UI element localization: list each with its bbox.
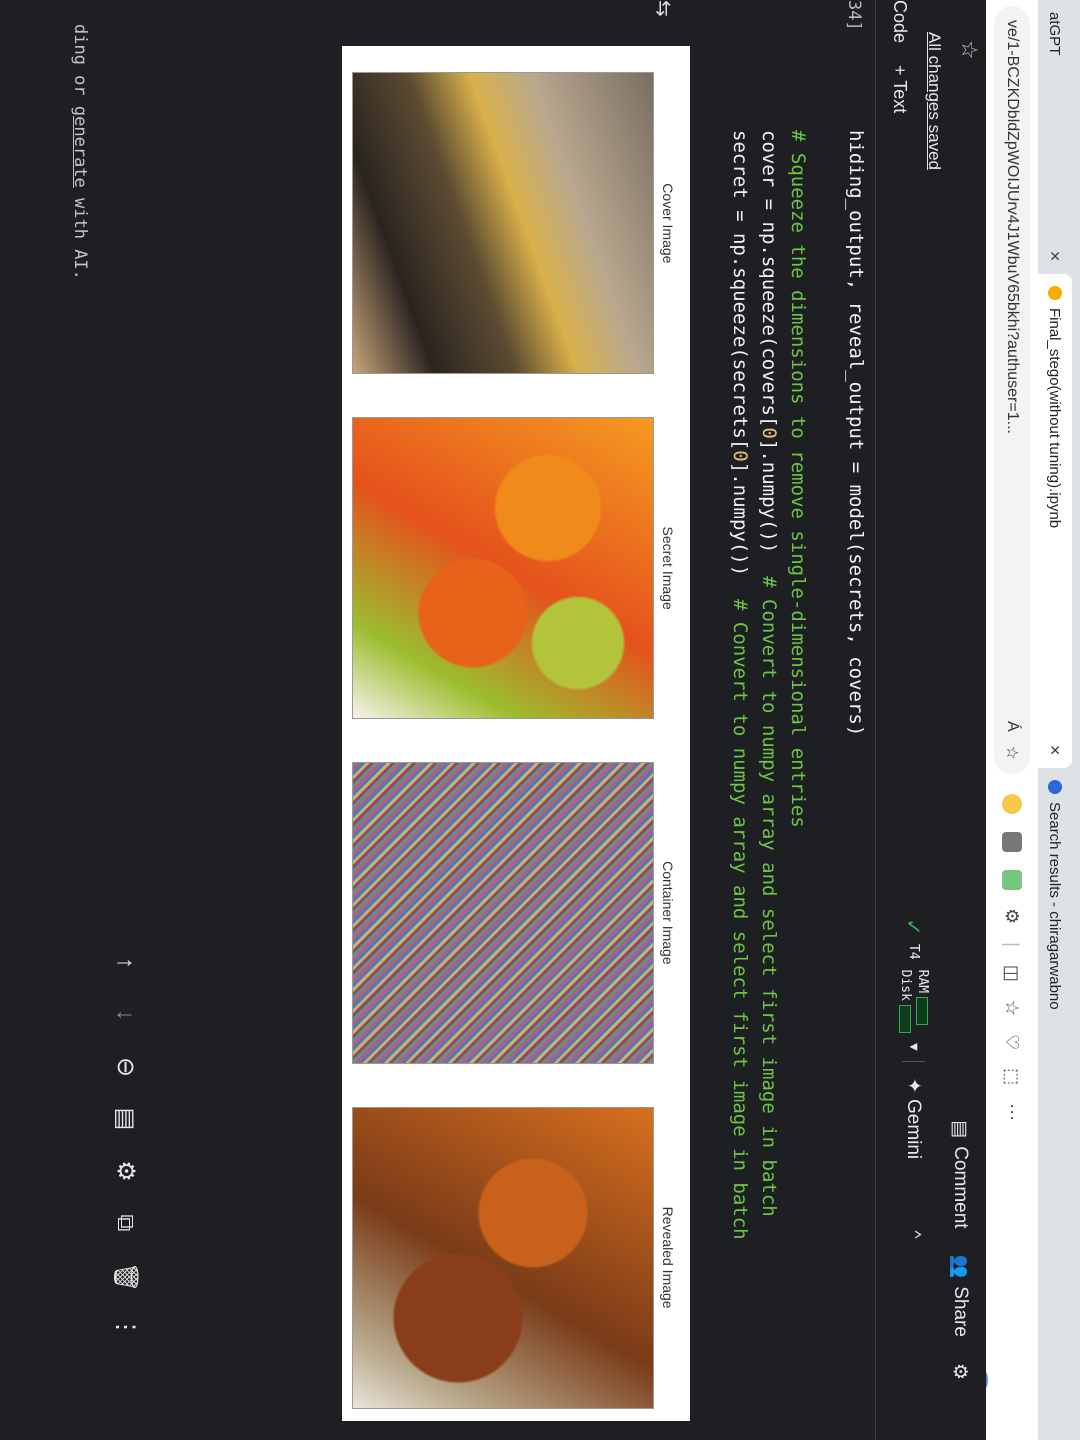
header-actions: ▤ Comment 👥 Share ⚙ xyxy=(948,1120,972,1380)
url-field[interactable]: ve/1-BCZKDbldZpWOIJUrv4J1WbuV65bkhi?auth… xyxy=(994,6,1030,774)
gemini-button[interactable]: ✦ Gemini xyxy=(902,1060,926,1160)
figure-title: Revealed Image xyxy=(660,1206,676,1309)
add-code-button[interactable]: Code xyxy=(890,0,911,43)
cover-image xyxy=(352,72,654,375)
code-token: ].numpy()) xyxy=(729,461,751,600)
share-button[interactable]: 👥 Share xyxy=(948,1255,972,1337)
figure-title: Secret Image xyxy=(660,526,676,610)
cover-figure: Cover Image xyxy=(342,60,676,387)
container-figure: Container Image xyxy=(342,750,676,1077)
share-label: Share xyxy=(950,1286,971,1337)
empty-cell-hint[interactable]: ding or generate with AI. xyxy=(70,24,90,280)
extension-icons: ⚙ | ◫ ☆ ♡ ⬚ ⋯ xyxy=(1002,794,1023,1121)
tab-notebook[interactable]: Final_stego(without tuning).ipynb ✕ xyxy=(1038,274,1072,768)
output-actions-icon[interactable]: ⇆ xyxy=(651,0,676,17)
cell-output: Cover Image Secret Image Container Image… xyxy=(342,46,690,1421)
code-token: secret = np.squeeze(secrets[ xyxy=(729,130,751,451)
code-token: # Convert to numpy array and select firs… xyxy=(758,576,780,1217)
code-token: ].numpy()) xyxy=(758,438,780,577)
extension-a-icon[interactable] xyxy=(1002,794,1022,814)
code-token: 0 xyxy=(758,427,780,439)
arrow-down-icon[interactable]: ↓ xyxy=(112,1002,140,1028)
gemini-label: Gemini xyxy=(903,1098,925,1160)
more-icon[interactable]: ⋮ xyxy=(111,1314,140,1340)
browser-essentials-icon[interactable]: ♡ xyxy=(1002,1034,1023,1050)
url-text: ve/1-BCZKDbldZpWOIJUrv4J1WbuV65bkhi?auth… xyxy=(1004,20,1021,434)
code-token: hiding_output, reveal_output = model(sec… xyxy=(845,130,867,737)
code-line: # Squeeze the dimensions to remove singl… xyxy=(783,130,812,1410)
gear-icon[interactable]: ⚙ xyxy=(111,1158,140,1184)
delete-icon[interactable]: 🗑 xyxy=(111,1262,140,1292)
screenshot-icon[interactable]: ⬚ xyxy=(1002,1068,1023,1085)
generate-link[interactable]: generate xyxy=(70,106,90,188)
comment-icon[interactable]: ▤ xyxy=(111,1106,140,1132)
connected-check-icon: ✓ xyxy=(900,919,928,934)
comment-icon: ▤ xyxy=(949,1120,971,1139)
code-token: cover = np.squeeze(covers[ xyxy=(758,130,780,428)
extension-c-icon[interactable] xyxy=(1002,870,1022,890)
link-icon[interactable]: ⊖ xyxy=(111,1054,140,1080)
colab-favicon-icon xyxy=(1048,286,1062,300)
collapse-chevron-icon[interactable]: ⌃ xyxy=(904,1229,925,1240)
secret-image xyxy=(352,417,654,720)
close-icon[interactable]: ✕ xyxy=(1047,250,1064,262)
split-screen-icon[interactable]: ◫ xyxy=(1002,965,1023,982)
figure-title: Container Image xyxy=(660,861,676,965)
code-token: # Squeeze the dimensions to remove singl… xyxy=(787,130,809,828)
tab-label: atGPT xyxy=(1046,12,1064,56)
tab-chatgpt[interactable]: atGPT ✕ xyxy=(1038,0,1072,274)
browser-tabstrip: atGPT ✕ Final_stego(without tuning).ipyn… xyxy=(1038,0,1080,1440)
more-menu-icon[interactable]: ⋯ xyxy=(1002,1103,1023,1121)
divider: | xyxy=(1002,942,1023,947)
mirror-cell-icon[interactable]: ⧉ xyxy=(112,1210,140,1236)
tab-label: Search results - chiragarwabno xyxy=(1046,802,1064,1010)
favorite-star-icon[interactable]: ☆ xyxy=(1002,746,1022,760)
address-bar: ve/1-BCZKDbldZpWOIJUrv4J1WbuV65bkhi?auth… xyxy=(948,0,1038,1440)
add-text-button[interactable]: + Text xyxy=(890,65,911,113)
settings-gear-icon[interactable]: ⚙ xyxy=(949,1363,972,1380)
code-line: secret = np.squeeze(secrets[0].numpy()) … xyxy=(725,130,754,1410)
comment-button[interactable]: ▤ Comment xyxy=(949,1120,972,1228)
extension-b-icon[interactable] xyxy=(1002,832,1022,852)
hint-suffix: with AI. xyxy=(70,187,90,280)
code-line: hiding_output, reveal_output = model(sec… xyxy=(841,130,870,1410)
revealed-figure: Revealed Image xyxy=(342,1094,676,1421)
container-image xyxy=(352,761,654,1064)
arrow-up-icon[interactable]: ↑ xyxy=(112,950,140,976)
revealed-image xyxy=(352,1106,654,1409)
cell-execution-count: 34] xyxy=(844,0,864,31)
tab-label: Final_stego(without tuning).ipynb xyxy=(1046,308,1064,529)
comment-label: Comment xyxy=(950,1146,971,1229)
close-icon[interactable]: ✕ xyxy=(1047,744,1064,756)
tab-search-results[interactable]: Search results - chiragarwabno xyxy=(1038,768,1072,1192)
runtime-dropdown-icon[interactable]: ▼ xyxy=(907,1043,922,1051)
favorites-icon[interactable]: ☆ xyxy=(1002,1000,1023,1016)
secret-figure: Secret Image xyxy=(342,405,676,732)
disk-label: Disk xyxy=(898,969,913,1001)
search-favicon-icon xyxy=(1048,780,1062,794)
reader-mode-icon[interactable]: Á xyxy=(1003,721,1021,732)
ram-meter xyxy=(916,997,929,1026)
people-icon: 👥 xyxy=(949,1254,970,1279)
save-status[interactable]: All changes saved xyxy=(924,32,944,170)
code-line: cover = np.squeeze(covers[0].numpy()) # … xyxy=(754,130,783,1410)
extensions-puzzle-icon[interactable]: ⚙ xyxy=(1002,908,1023,924)
runtime-status[interactable]: ✓ T4 RAM Disk ▼ ✦ Gemini ⌃ xyxy=(898,920,930,1240)
disk-meter xyxy=(899,1004,912,1033)
resource-meters: RAM Disk xyxy=(898,970,930,1033)
code-token: 0 xyxy=(729,450,751,462)
code-token: # Convert to numpy array and select firs… xyxy=(729,599,751,1240)
ram-label: RAM xyxy=(915,969,930,994)
figure-title: Cover Image xyxy=(660,183,676,264)
colab-screen: atGPT ✕ Final_stego(without tuning).ipyn… xyxy=(0,0,1080,1440)
gpu-label: T4 xyxy=(906,943,922,960)
hint-prefix: ding or xyxy=(70,24,90,106)
cell-toolbar: ↑ ↓ ⊖ ▤ ⚙ ⧉ 🗑 ⋮ xyxy=(111,950,140,1340)
star-icon[interactable]: ☆ xyxy=(956,40,982,60)
